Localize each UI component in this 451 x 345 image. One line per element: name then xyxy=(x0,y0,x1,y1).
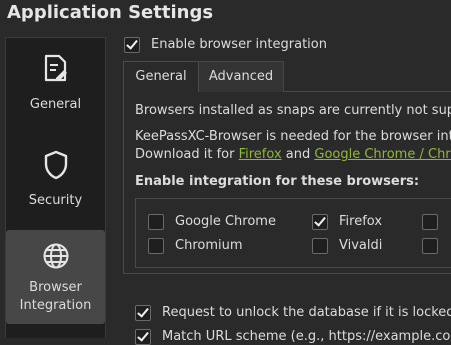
document-edit-icon xyxy=(44,54,67,82)
sidebar: General Security Browser Integration xyxy=(5,37,106,338)
sidebar-item-general[interactable]: General xyxy=(6,38,105,134)
unlock-request-label: Request to unlock the database if it is … xyxy=(162,305,451,320)
sidebar-item-browser-integration[interactable]: Browser Integration xyxy=(6,230,105,324)
shield-icon xyxy=(44,150,67,180)
window-title: Application Settings xyxy=(7,2,214,23)
sidebar-item-label: General xyxy=(29,97,82,112)
browsers-heading: Enable integration for these browsers: xyxy=(135,174,420,189)
globe-icon xyxy=(43,243,68,269)
browser-checkbox-cut-off[interactable] xyxy=(422,214,438,230)
keepassxc-notice: KeePassXC-Browser is needed for the brow… xyxy=(135,129,451,144)
enable-integration-label: Enable browser integration xyxy=(151,37,327,52)
unlock-request-checkbox[interactable] xyxy=(135,305,151,321)
download-and: and xyxy=(281,147,315,162)
browser-label-vivaldi: Vivaldi xyxy=(339,238,383,253)
browser-checkbox-google-chrome[interactable] xyxy=(148,214,164,230)
sidebar-item-label: Security xyxy=(28,193,83,208)
browser-checkbox-chromium[interactable] xyxy=(148,238,164,254)
snaps-notice: Browsers installed as snaps are currentl… xyxy=(135,103,451,118)
enable-integration-checkbox[interactable] xyxy=(124,37,140,53)
browser-label-google-chrome: Google Chrome xyxy=(175,214,276,229)
download-prefix: Download it for xyxy=(135,147,239,162)
chrome-link[interactable]: Google Chrome / Chrom xyxy=(314,147,451,162)
browser-checkbox-cut-off[interactable] xyxy=(422,238,438,254)
sidebar-item-security[interactable]: Security xyxy=(6,134,105,230)
sidebar-item-label-line1: Browser xyxy=(29,280,82,295)
match-url-scheme-checkbox[interactable] xyxy=(135,329,151,345)
firefox-link[interactable]: Firefox xyxy=(239,147,282,162)
tab-advanced[interactable]: Advanced xyxy=(198,61,284,92)
browser-checkbox-firefox[interactable] xyxy=(312,214,328,230)
browser-checkbox-vivaldi[interactable] xyxy=(312,238,328,254)
download-line: Download it for Firefox and Google Chrom… xyxy=(135,147,451,162)
browser-label-firefox: Firefox xyxy=(339,214,383,229)
browsers-group xyxy=(135,198,451,268)
tab-general[interactable]: General xyxy=(123,61,199,92)
browser-label-chromium: Chromium xyxy=(175,238,243,253)
sidebar-item-label-line2: Integration xyxy=(19,298,92,313)
